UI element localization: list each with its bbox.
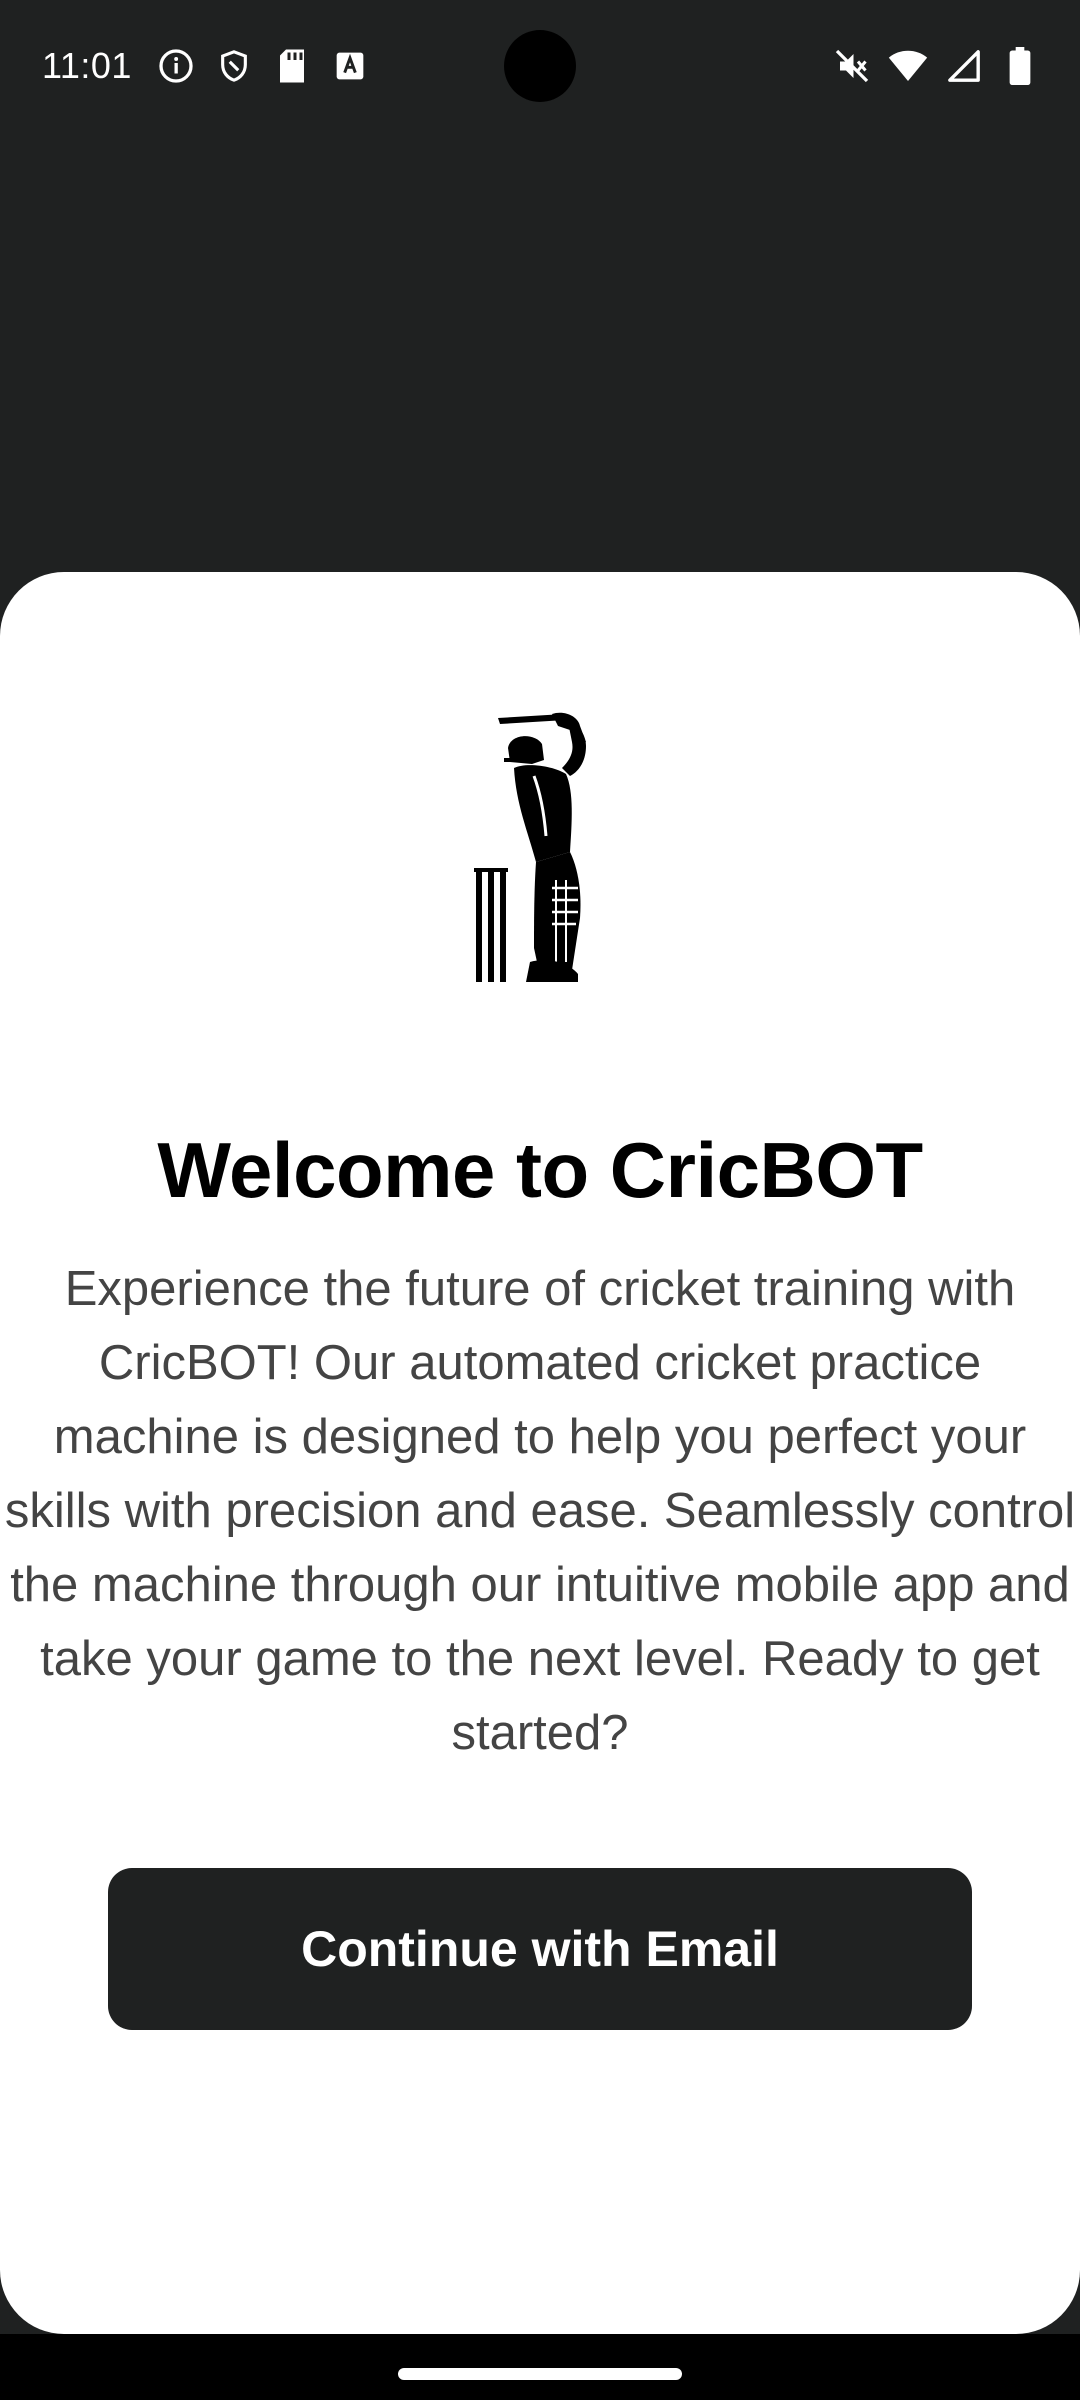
status-bar: 11:01 [0,0,1080,132]
welcome-sheet: Welcome to CricBOT Experience the future… [0,572,1080,2334]
shield-icon [214,46,254,86]
keyboard-a-icon [330,46,370,86]
home-indicator[interactable] [398,2368,682,2380]
info-icon [156,46,196,86]
status-icons-right [832,46,1040,86]
battery-icon [1000,46,1040,86]
cell-signal-icon [944,46,984,86]
continue-with-email-button[interactable]: Continue with Email [108,1868,972,2030]
navigation-bar [0,2334,1080,2400]
status-icons-left [156,46,370,86]
cricket-batsman-icon [474,712,604,982]
vibrate-mute-icon [832,46,872,86]
welcome-title: Welcome to CricBOT [157,1126,923,1214]
camera-cutout [504,30,576,102]
welcome-description: Experience the future of cricket trainin… [4,1262,1076,1760]
wifi-icon [888,46,928,86]
status-time: 11:01 [42,45,132,86]
sd-card-icon [272,46,312,86]
